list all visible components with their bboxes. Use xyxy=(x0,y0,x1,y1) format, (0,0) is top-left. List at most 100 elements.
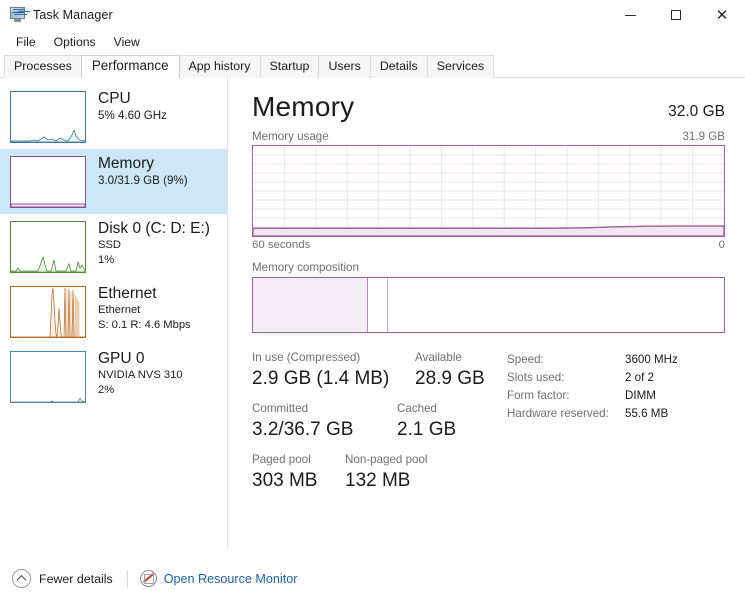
spec-hardware-reserved-value: 55.6 MB xyxy=(625,407,669,420)
ethernet-type: Ethernet xyxy=(98,304,141,316)
memory-name: Memory xyxy=(98,155,154,172)
stat-cached: Cached 2.1 GB xyxy=(397,400,456,443)
gpu-mini-graph xyxy=(10,351,86,403)
stats-row-2: Committed 3.2/36.7 GB Cached 2.1 GB xyxy=(252,400,507,443)
spec-slots-used-value: 2 of 2 xyxy=(625,371,655,384)
spec-hardware-reserved-label: Hardware reserved: xyxy=(507,407,609,420)
stat-non-paged-pool-value: 132 MB xyxy=(345,470,411,491)
page-title: Memory xyxy=(252,91,355,122)
total-memory: 32.0 GB xyxy=(668,103,725,120)
menu-view[interactable]: View xyxy=(106,32,148,53)
usage-graph-caption: Memory usage 31.9 GB xyxy=(252,130,725,143)
stat-available: Available 28.9 GB xyxy=(415,349,485,392)
spec-speed: Speed: 3600 MHz xyxy=(507,351,725,369)
resource-monitor-icon xyxy=(139,570,157,587)
memory-detail-panel: Memory 32.0 GB Memory usage 31.9 GB 60 s… xyxy=(228,78,745,548)
usage-graph-axis: 60 seconds 0 xyxy=(252,239,725,251)
tab-app-history[interactable]: App history xyxy=(178,55,261,78)
spec-speed-value: 3600 MHz xyxy=(625,353,678,366)
panel-header: Memory 32.0 GB xyxy=(252,90,725,124)
memory-mini-graph xyxy=(10,156,86,208)
sidebar-item-ethernet[interactable]: Ethernet Ethernet S: 0.1 R: 4.6 Mbps xyxy=(0,279,227,344)
tab-users[interactable]: Users xyxy=(318,55,371,78)
ethernet-name: Ethernet xyxy=(98,285,157,302)
usage-graph-max: 31.9 GB xyxy=(682,130,725,143)
spec-speed-label: Speed: xyxy=(507,353,544,366)
spec-slots-used-label: Slots used: xyxy=(507,371,565,384)
window-title: Task Manager xyxy=(33,8,113,22)
stat-cached-value: 2.1 GB xyxy=(397,419,457,440)
ethernet-meta: Ethernet Ethernet S: 0.1 R: 4.6 Mbps xyxy=(98,284,191,333)
status-separator xyxy=(126,569,128,588)
disk-stat: 1% xyxy=(98,254,115,266)
composition-caption: Memory composition xyxy=(252,261,359,274)
memory-composition-bar[interactable] xyxy=(252,277,725,333)
open-resource-monitor-link[interactable]: Open Resource Monitor xyxy=(139,570,298,587)
disk-mini-graph xyxy=(10,221,86,273)
memory-usage-graph xyxy=(252,145,725,237)
stat-paged-pool-label: Paged pool xyxy=(252,453,311,466)
task-manager-window: Task Manager ✕ File Options View Process… xyxy=(0,0,745,600)
disk-name: Disk 0 (C: D: E:) xyxy=(98,220,210,237)
spec-form-factor-label: Form factor: xyxy=(507,389,570,402)
axis-left-label: 60 seconds xyxy=(252,239,311,251)
tab-strip: Processes Performance App history Startu… xyxy=(0,54,745,79)
stat-in-use-label: In use (Compressed) xyxy=(252,351,361,364)
sidebar-item-memory[interactable]: Memory 3.0/31.9 GB (9%) xyxy=(0,149,227,214)
spec-hardware-reserved: Hardware reserved: 55.6 MB xyxy=(507,405,725,423)
stats-row-3: Paged pool 303 MB Non-paged pool 132 MB xyxy=(252,451,507,494)
menu-options[interactable]: Options xyxy=(46,32,104,53)
cpu-meta: CPU 5% 4.60 GHz xyxy=(98,89,167,123)
gpu-meta: GPU 0 NVIDIA NVS 310 2% xyxy=(98,349,183,398)
stat-in-use: In use (Compressed) 2.9 GB (1.4 MB) xyxy=(252,349,415,392)
sidebar-item-disk[interactable]: Disk 0 (C: D: E:) SSD 1% xyxy=(0,214,227,279)
disk-meta: Disk 0 (C: D: E:) SSD 1% xyxy=(98,219,210,268)
usage-graph-label: Memory usage xyxy=(252,130,329,143)
composition-segment-inuse xyxy=(253,278,369,332)
spec-form-factor: Form factor: DIMM xyxy=(507,387,725,405)
close-icon: ✕ xyxy=(715,6,729,24)
fewer-details-button[interactable]: Fewer details xyxy=(12,569,113,588)
memory-meta: Memory 3.0/31.9 GB (9%) xyxy=(98,154,188,188)
maximize-button[interactable] xyxy=(653,0,699,30)
close-button[interactable]: ✕ xyxy=(699,0,745,30)
memory-stat: 3.0/31.9 GB (9%) xyxy=(98,174,188,187)
gpu-name: GPU 0 xyxy=(98,350,145,367)
gpu-stat: 2% xyxy=(98,384,115,396)
stat-paged-pool-value: 303 MB xyxy=(252,470,318,491)
minimize-icon xyxy=(624,14,636,16)
gpu-model: NVIDIA NVS 310 xyxy=(98,369,183,381)
tab-services[interactable]: Services xyxy=(426,55,495,78)
sidebar-item-cpu[interactable]: CPU 5% 4.60 GHz xyxy=(0,84,227,149)
minimize-button[interactable] xyxy=(607,0,653,30)
tab-details[interactable]: Details xyxy=(369,55,428,78)
resource-list: CPU 5% 4.60 GHz Memory 3.0/31.9 GB (9%) xyxy=(0,78,228,548)
stat-paged-pool: Paged pool 303 MB xyxy=(252,451,345,494)
open-resource-monitor-label: Open Resource Monitor xyxy=(163,571,298,586)
chevron-up-icon xyxy=(12,569,31,588)
composition-divider-1 xyxy=(387,278,389,332)
menu-file[interactable]: File xyxy=(8,32,44,53)
ethernet-mini-graph xyxy=(10,286,86,338)
tab-processes[interactable]: Processes xyxy=(4,55,82,78)
stat-cached-label: Cached xyxy=(397,402,437,415)
stat-committed: Committed 3.2/36.7 GB xyxy=(252,400,397,443)
memory-stats: In use (Compressed) 2.9 GB (1.4 MB) Avai… xyxy=(252,349,725,494)
window-controls: ✕ xyxy=(607,0,745,30)
sidebar-item-gpu[interactable]: GPU 0 NVIDIA NVS 310 2% xyxy=(0,344,227,409)
stat-available-label: Available xyxy=(415,351,462,364)
memory-stats-left: In use (Compressed) 2.9 GB (1.4 MB) Avai… xyxy=(252,349,507,494)
stats-row-1: In use (Compressed) 2.9 GB (1.4 MB) Avai… xyxy=(252,349,507,392)
stat-committed-label: Committed xyxy=(252,402,309,415)
stat-non-paged-pool-label: Non-paged pool xyxy=(345,453,428,466)
axis-right-label: 0 xyxy=(718,239,725,251)
main-body: CPU 5% 4.60 GHz Memory 3.0/31.9 GB (9%) xyxy=(0,78,745,548)
tab-startup[interactable]: Startup xyxy=(259,55,320,78)
tab-performance[interactable]: Performance xyxy=(80,55,180,79)
menu-bar: File Options View xyxy=(0,30,745,54)
status-bar: Fewer details Open Resource Monitor xyxy=(0,556,745,600)
stat-available-value: 28.9 GB xyxy=(415,368,485,389)
maximize-icon xyxy=(671,10,681,20)
spec-form-factor-value: DIMM xyxy=(625,389,656,402)
fewer-details-label: Fewer details xyxy=(39,571,113,586)
